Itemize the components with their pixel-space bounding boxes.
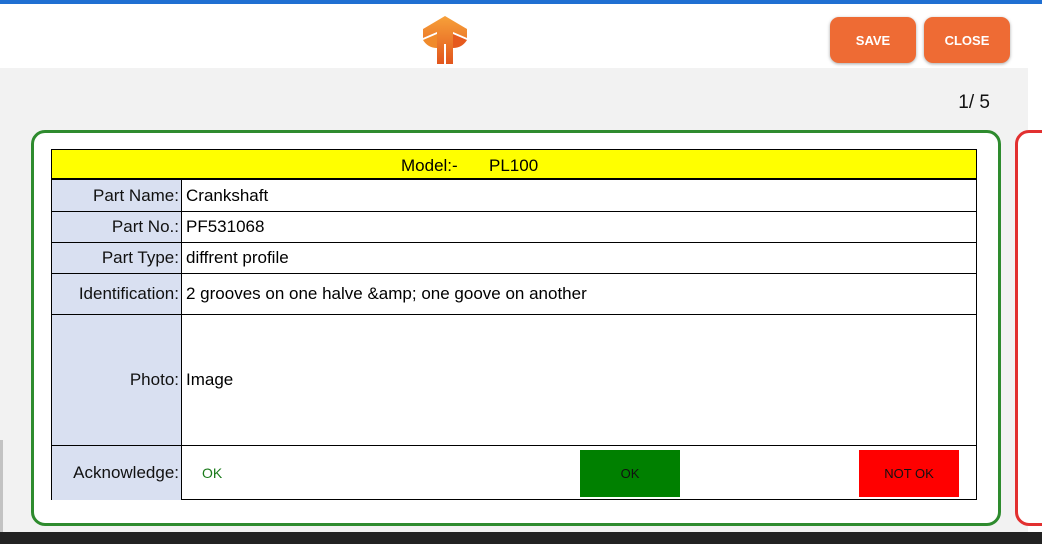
identification-value: 2 grooves on one halve &amp; one goove o… [186, 284, 587, 303]
app-header: SAVE CLOSE [0, 4, 1028, 68]
identification-label: Identification: [52, 274, 182, 314]
left-edge [0, 440, 3, 540]
table-row: Photo: Image [52, 315, 976, 446]
model-value: PL100 [489, 156, 539, 175]
model-header: Model:- PL100 [52, 150, 976, 180]
table-row: Part No.: PF531068 [52, 212, 976, 243]
acknowledge-label: Acknowledge: [52, 446, 182, 500]
part-no-label: Part No.: [52, 212, 182, 242]
part-name-value: Crankshaft [186, 185, 269, 205]
next-part-card[interactable] [1015, 130, 1042, 526]
table-row: Part Type: diffrent profile [52, 243, 976, 274]
part-type-value: diffrent profile [186, 248, 289, 267]
table-row: Part Name: Crankshaft [52, 180, 976, 212]
table-row: Identification: 2 grooves on one halve &… [52, 274, 976, 315]
photo-label: Photo: [52, 315, 182, 445]
photo-value: Image [186, 370, 234, 389]
model-label: Model:- [401, 156, 458, 175]
acknowledge-status: OK [202, 465, 223, 481]
part-details-table: Model:- PL100 Part Name: Crankshaft Part… [51, 149, 977, 500]
acknowledge-row: Acknowledge: OK OK NOT OK [52, 446, 976, 500]
ok-button[interactable]: OK [580, 450, 680, 497]
brand-logo-icon [423, 16, 467, 64]
page-indicator: 1/ 5 [958, 92, 990, 113]
not-ok-button[interactable]: NOT OK [859, 450, 959, 497]
close-button[interactable]: CLOSE [924, 17, 1010, 63]
part-no-value: PF531068 [186, 217, 265, 236]
part-type-label: Part Type: [52, 243, 182, 273]
save-button[interactable]: SAVE [830, 17, 916, 63]
bottom-strip [0, 532, 1042, 544]
part-name-label: Part Name: [52, 180, 182, 211]
